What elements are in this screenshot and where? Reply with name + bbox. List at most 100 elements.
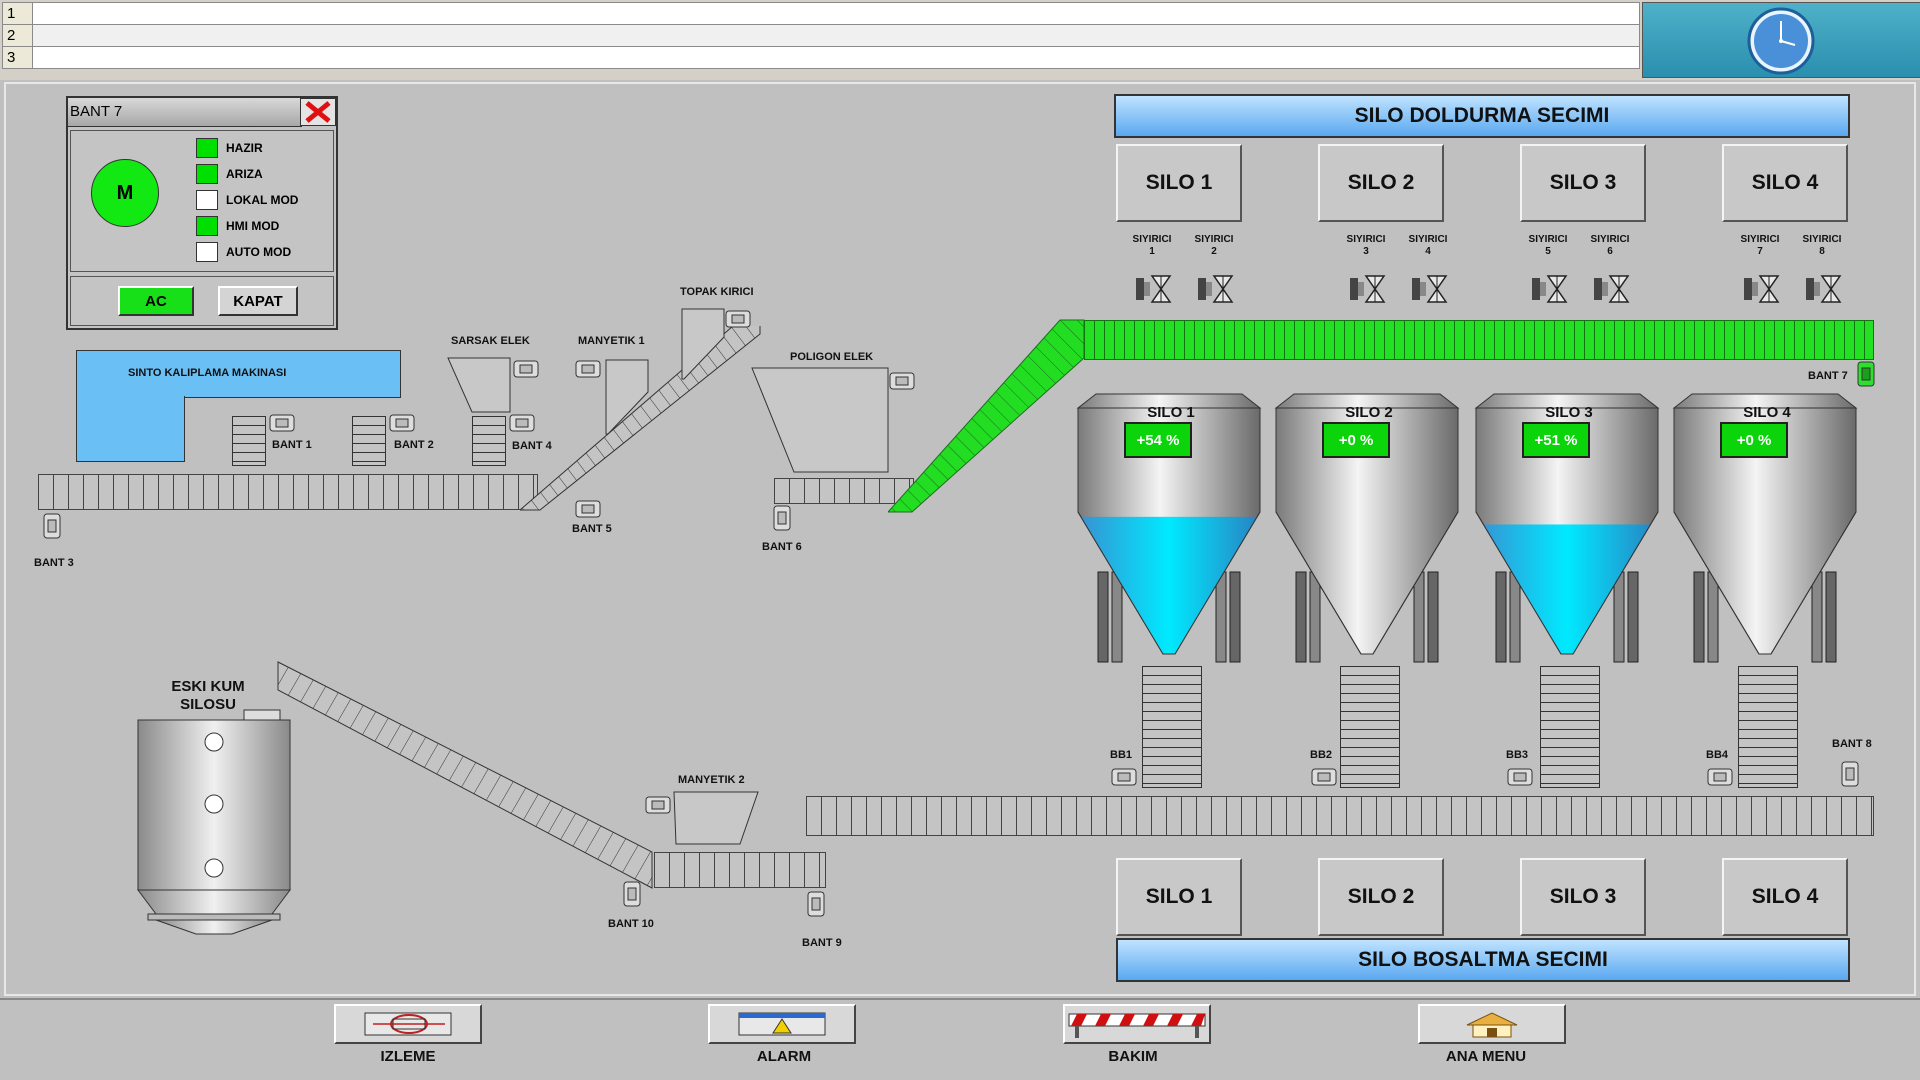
scraper-valve-icon[interactable]	[1592, 272, 1632, 306]
bakim-button[interactable]	[1063, 1004, 1211, 1044]
silo-level-display: +0 %	[1322, 422, 1390, 458]
popup-title: BANT 7	[68, 98, 302, 127]
bant-2-label: BANT 2	[394, 439, 434, 451]
motor-icon	[1707, 768, 1733, 786]
status-indicator-label: AUTO MOD	[226, 245, 292, 259]
scraper-name: SIYIRICI	[1194, 234, 1234, 245]
scraper-number: 4	[1425, 246, 1431, 257]
alarm-row[interactable]: 1	[2, 2, 1640, 25]
open-button-label: AC	[145, 292, 167, 310]
silo-name: SILO 2	[1345, 404, 1393, 421]
conveyor-bant-1	[232, 416, 266, 466]
close-command-button[interactable]: KAPAT	[218, 286, 298, 316]
open-button[interactable]: AC	[118, 286, 194, 316]
scraper-number: 3	[1363, 246, 1369, 257]
scraper-label: SIYIRICI 3	[1340, 234, 1392, 258]
scraper-valve-icon[interactable]	[1410, 272, 1450, 306]
motor-icon	[43, 513, 61, 539]
alarm-row[interactable]: 2	[2, 24, 1640, 47]
status-indicator-label: HAZIR	[226, 141, 263, 155]
motor-icon	[1111, 768, 1137, 786]
scraper-valve-icon[interactable]	[1742, 272, 1782, 306]
silo-discharge-conveyor	[1340, 666, 1400, 788]
status-indicator	[196, 190, 218, 210]
motor-icon	[575, 500, 601, 518]
lump-breaker	[681, 308, 725, 380]
empty-silo-3-button[interactable]: SILO 3	[1520, 858, 1646, 936]
conveyor-bant-5	[520, 326, 761, 511]
scraper-valve-icon[interactable]	[1804, 272, 1844, 306]
fill-silo-2-button[interactable]: SILO 2	[1318, 144, 1444, 222]
empty-silo-2-button[interactable]: SILO 2	[1318, 858, 1444, 936]
fill-silo-3-button[interactable]: SILO 3	[1520, 144, 1646, 222]
monitor-icon	[364, 1012, 452, 1036]
conveyor-bant-7-incline	[888, 319, 1085, 513]
silo-level-display: +0 %	[1720, 422, 1788, 458]
bin-discharge-label: BB1	[1110, 749, 1133, 761]
scraper-name: SIYIRICI	[1528, 234, 1568, 245]
polygon-screen	[751, 367, 889, 473]
scraper-label: SIYIRICI 1	[1126, 234, 1178, 258]
alarm-row-number: 2	[3, 25, 33, 46]
vibrating-screen	[447, 357, 511, 413]
close-icon	[305, 101, 331, 123]
silo-fill-selection-title: SILO DOLDURMA SECIMI	[1114, 94, 1850, 138]
fill-silo-1-button[interactable]: SILO 1	[1116, 144, 1242, 222]
scraper-valve-icon[interactable]	[1348, 272, 1388, 306]
close-command-label: KAPAT	[233, 292, 283, 310]
silo-level-display: +54 %	[1124, 422, 1192, 458]
conveyor-bant-8	[806, 796, 1874, 836]
motor-indicator-label: M	[116, 181, 134, 204]
empty-silo-1-button[interactable]: SILO 1	[1116, 858, 1242, 936]
bant-9-label: BANT 9	[802, 937, 842, 949]
scraper-name: SIYIRICI	[1740, 234, 1780, 245]
izleme-button[interactable]	[334, 1004, 482, 1044]
bottom-nav	[0, 998, 1920, 1080]
bant-10-label: BANT 10	[608, 918, 654, 930]
alarm-button[interactable]	[708, 1004, 856, 1044]
silo-empty-selection-title: SILO BOSALTMA SECIMI	[1116, 938, 1850, 982]
conveyor-bant-2	[352, 416, 386, 466]
sinto-label: SINTO KALIPLAMA MAKINASI	[128, 367, 287, 379]
bant-3-label: BANT 3	[34, 557, 74, 569]
old-sand-silo	[137, 709, 291, 935]
sarsak-elek-label: SARSAK ELEK	[451, 335, 530, 347]
poligon-elek-label: POLIGON ELEK	[790, 351, 874, 363]
fill-silo-4-button[interactable]: SILO 4	[1722, 144, 1848, 222]
status-indicator	[196, 138, 218, 158]
silo-name: SILO 1	[1147, 404, 1195, 421]
alarm-row-number: 1	[3, 3, 33, 24]
scraper-name: SIYIRICI	[1802, 234, 1842, 245]
motor-icon	[807, 891, 825, 917]
conveyor-bant-7	[1084, 320, 1874, 360]
topak-kirici-label: TOPAK KIRICI	[680, 286, 754, 298]
scraper-number: 2	[1211, 246, 1217, 257]
motor-icon	[1507, 768, 1533, 786]
alarm-icon	[738, 1012, 826, 1036]
scraper-valve-icon[interactable]	[1134, 272, 1174, 306]
status-indicator-label: HMI MOD	[226, 219, 280, 233]
silo-name: SILO 4	[1743, 404, 1791, 421]
conveyor-bant-3	[38, 474, 538, 510]
scraper-name: SIYIRICI	[1590, 234, 1630, 245]
alarm-row[interactable]: 3	[2, 46, 1640, 69]
scraper-label: SIYIRICI 5	[1522, 234, 1574, 258]
scraper-number: 7	[1757, 246, 1763, 257]
empty-silo-4-button[interactable]: SILO 4	[1722, 858, 1848, 936]
motor-icon	[1311, 768, 1337, 786]
scraper-valve-icon[interactable]	[1530, 272, 1570, 306]
home-icon	[1466, 1012, 1518, 1038]
motor-icon	[623, 881, 641, 907]
conveyor-bant-10	[277, 661, 653, 889]
status-indicator	[196, 164, 218, 184]
silo-discharge-conveyor	[1540, 666, 1600, 788]
silo-level-display: +51 %	[1522, 422, 1590, 458]
scraper-label: SIYIRICI 4	[1402, 234, 1454, 258]
silo-name: SILO 3	[1545, 404, 1593, 421]
ana-menu-button[interactable]	[1418, 1004, 1566, 1044]
scraper-number: 8	[1819, 246, 1825, 257]
scraper-name: SIYIRICI	[1132, 234, 1172, 245]
close-button[interactable]	[300, 98, 336, 126]
scraper-valve-icon[interactable]	[1196, 272, 1236, 306]
silo-discharge-conveyor	[1142, 666, 1202, 788]
